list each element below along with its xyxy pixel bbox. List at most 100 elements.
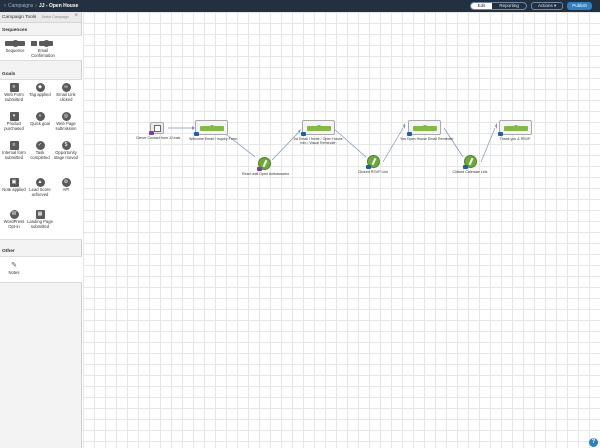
other-section: Other ✎ Notes — [0, 248, 82, 283]
mode-toggle: Edit Reporting — [469, 2, 527, 10]
actions-label: Actions — [537, 3, 553, 8]
tool-task-completed[interactable]: ✓ Task completed — [27, 141, 53, 160]
cart-icon: ▾ — [9, 112, 19, 121]
goals-section: Goals ≡ Web Form submitted ◆ Tag applied… — [0, 71, 82, 240]
sequence-dot — [513, 125, 519, 131]
breadcrumb-separator: › — [35, 3, 37, 9]
tool-product-purchased[interactable]: ▾ Product purchased — [1, 112, 27, 131]
node-badge — [194, 132, 199, 136]
node-badge — [463, 165, 468, 169]
close-icon[interactable]: × — [74, 13, 78, 19]
landing-page-icon: ▦ — [35, 210, 45, 219]
sequence-dot — [209, 125, 215, 131]
tool-tag-applied[interactable]: ◆ Tag applied — [27, 83, 53, 98]
node-badge — [407, 132, 412, 136]
lead-score-icon: ▲ — [35, 178, 45, 187]
note-icon: ▣ — [9, 178, 19, 187]
node-label: Clicked Calendar Link — [452, 170, 488, 174]
goals-title: Goals — [2, 72, 16, 77]
opportunity-icon: $ — [61, 141, 71, 150]
sequence-node-welcome[interactable]: Welcome Email / Inquiry Form — [189, 120, 237, 141]
tool-label: Tag applied — [29, 92, 51, 97]
breadcrumb-campaigns[interactable]: Campaigns — [8, 3, 33, 9]
node-badge — [301, 132, 306, 136]
node-label: Welcome Email / Inquiry Form — [189, 137, 238, 141]
node-box — [407, 120, 441, 136]
tab-edit[interactable]: Edit — [470, 3, 493, 9]
tool-label: Email Link clicked — [56, 92, 76, 102]
connector — [443, 127, 464, 158]
tool-api[interactable]: ⚙ API — [53, 178, 79, 193]
sidebar-title: Campaign Tools — [2, 14, 37, 20]
node-box — [498, 120, 532, 136]
campaign-canvas[interactable]: Clever Contact from JJ Instr. Welcome Em… — [83, 12, 600, 448]
node-label: Clicked RSVP Link — [357, 170, 389, 174]
api-icon: ⚙ — [61, 178, 71, 187]
tool-email-link[interactable]: ∞ Email Link clicked — [53, 83, 79, 102]
actions-dropdown[interactable]: Actions ▾ — [530, 2, 564, 10]
tool-label: Task completed — [30, 150, 50, 160]
quick-goal-icon: » — [35, 112, 45, 121]
node-label: Clever Contact from JJ Instr. — [136, 136, 182, 140]
tool-landing-page[interactable]: ▦ Landing Page submitted — [27, 210, 53, 229]
tool-wordpress[interactable]: W WordPress Opt-in — [1, 210, 27, 229]
sequence-icon — [2, 39, 28, 48]
page-title: JJ - Open House — [38, 3, 79, 9]
tool-web-page[interactable]: ◎ Web Page submission — [53, 112, 79, 131]
connector-lines — [168, 123, 497, 163]
back-arrow-icon[interactable]: ‹ — [4, 3, 6, 9]
sequences-body: Sequence Email Confirmation — [0, 35, 82, 61]
tool-note-applied[interactable]: ▣ Note applied — [1, 178, 27, 193]
toolbar-right: Edit Reporting Actions ▾ Publish — [469, 2, 592, 10]
tool-label: API — [62, 187, 70, 192]
sequences-section: Sequences Sequence Email Confirmation — [0, 27, 82, 61]
other-title: Other — [2, 249, 15, 254]
web-page-icon: ◎ — [61, 112, 71, 121]
sidebar-subtitle[interactable]: Select Campaign — [41, 15, 68, 19]
node-badge — [257, 167, 262, 171]
tool-label: WordPress Opt-in — [3, 219, 25, 229]
tool-label: Product purchased — [4, 121, 24, 131]
task-icon: ✓ — [35, 141, 45, 150]
tool-label: Quick goal — [30, 121, 50, 126]
sequence-node-thank-you[interactable]: Thank you & RSVP — [498, 120, 532, 141]
tool-sequence[interactable]: Sequence — [2, 39, 28, 54]
tag-icon: ◆ — [35, 83, 45, 92]
node-label: Read until Open Ambassador — [242, 172, 289, 176]
publish-button[interactable]: Publish — [567, 2, 592, 10]
sequences-title: Sequences — [2, 28, 28, 33]
chevron-down-icon: ▾ — [553, 3, 557, 8]
sequence-node-reminder[interactable]: Yes Open House Email Reminder — [400, 120, 454, 141]
pencil-icon: ✎ — [11, 262, 17, 269]
email-confirmation-icon — [30, 39, 56, 48]
sequence-node-invite[interactable]: 1st Email / Invite / Open House Info / V… — [293, 120, 343, 145]
help-button[interactable]: ? — [589, 438, 598, 447]
node-label: Yes Open House Email Reminder — [400, 137, 454, 141]
goal-node-contact-form[interactable]: Clever Contact from JJ Instr. — [136, 122, 181, 140]
tool-notes[interactable]: ✎ Notes — [1, 261, 27, 276]
tool-internal-form[interactable]: ≡ Internal form submitted — [1, 141, 27, 160]
link-icon: ∞ — [61, 83, 71, 92]
sequence-dot — [422, 125, 428, 131]
node-label: 1st Email / Invite / Open House Info / V… — [293, 137, 343, 146]
tool-email-confirmation[interactable]: Email Confirmation — [30, 39, 56, 58]
node-box — [149, 122, 164, 135]
internal-form-icon: ≡ — [9, 141, 19, 150]
tool-label: Internal form submitted — [2, 150, 26, 160]
tool-label: Lead Score achieved — [29, 187, 51, 197]
other-body: ✎ Notes — [0, 256, 82, 283]
tool-lead-score[interactable]: ▲ Lead Score achieved — [27, 178, 53, 197]
tool-label: Notes — [8, 270, 20, 275]
node-badge — [149, 131, 154, 135]
tool-web-form[interactable]: ≡ Web Form submitted — [1, 83, 27, 102]
wordpress-icon: W — [9, 210, 19, 219]
tool-opportunity[interactable]: $ Opportunity stage moved — [53, 141, 79, 160]
tab-reporting[interactable]: Reporting — [492, 3, 526, 9]
tool-quick-goal[interactable]: » Quick goal — [27, 112, 53, 127]
form-icon: ≡ — [9, 83, 19, 92]
tool-label: Opportunity stage moved — [54, 150, 78, 160]
tool-label: Web Form submitted — [4, 92, 24, 102]
node-badge — [498, 132, 503, 136]
node-label: Thank you & RSVP — [499, 137, 531, 141]
connector-arrow — [495, 123, 497, 129]
